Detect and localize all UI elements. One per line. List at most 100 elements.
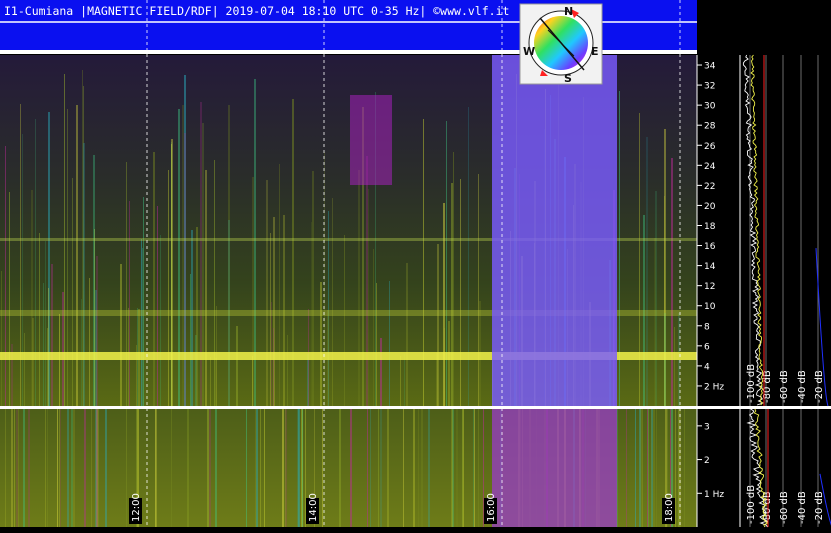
texture-streak: [339, 409, 341, 527]
freq-tick-label: 34: [704, 62, 716, 72]
texture-streak: [370, 409, 371, 527]
db-tick-label: -100 dB: [746, 364, 757, 403]
texture-streak: [252, 356, 253, 406]
texture-streak: [11, 409, 13, 527]
freq-tick-label: 26: [704, 142, 716, 152]
texture-streak: [153, 152, 155, 406]
texture-streak: [228, 105, 230, 406]
texture-streak: [640, 409, 642, 527]
texture-streak: [190, 274, 191, 406]
db-tick-label: -60 dB: [779, 370, 790, 403]
texture-streak: [418, 409, 419, 527]
texture-streak: [478, 409, 479, 527]
freq-tick-label: 22: [704, 182, 715, 192]
texture-streak: [18, 409, 19, 527]
texture-streak: [83, 143, 85, 406]
texture-streak: [214, 160, 215, 406]
db-tick-label: -60 dB: [779, 491, 790, 524]
texture-streak: [367, 409, 368, 527]
texture-streak: [22, 134, 23, 406]
highlight-window: [492, 55, 617, 406]
compass-e: E: [591, 45, 599, 58]
freq-tick-label: 20: [704, 202, 716, 212]
texture-streak: [648, 409, 649, 527]
texture-streak: [95, 290, 97, 406]
texture-streak: [378, 409, 379, 527]
texture-streak: [368, 189, 369, 406]
freq-tick-label: 8: [704, 322, 710, 332]
texture-streak: [160, 235, 161, 406]
texture-streak: [71, 409, 73, 527]
texture-streak: [451, 409, 453, 527]
texture-streak: [48, 288, 49, 406]
freq-tick-label: 2 Hz: [704, 382, 724, 392]
texture-streak: [656, 409, 657, 527]
texture-streak: [196, 227, 198, 406]
time-tick-label: 16:00: [486, 493, 497, 522]
texture-streak: [671, 158, 673, 406]
texture-streak: [646, 137, 648, 406]
texture-streak: [47, 409, 48, 527]
texture-streak: [93, 155, 95, 406]
texture-streak: [200, 102, 202, 406]
texture-streak: [626, 409, 627, 527]
texture-streak: [126, 409, 127, 527]
texture-streak: [35, 119, 36, 406]
texture-streak: [171, 409, 172, 527]
texture-streak: [23, 409, 25, 527]
texture-streak: [282, 409, 284, 527]
freq-tick-label: 2: [704, 456, 710, 466]
texture-streak: [47, 328, 48, 406]
texture-streak: [143, 197, 144, 406]
texture-streak: [91, 409, 92, 527]
time-tick-label: 18:00: [664, 493, 675, 522]
freq-tick-label: 6: [704, 342, 710, 352]
texture-streak: [260, 409, 261, 527]
texture-streak: [270, 233, 271, 406]
panel-separator: [0, 406, 697, 409]
texture-streak: [287, 335, 288, 406]
texture-streak: [9, 192, 10, 406]
texture-streak: [320, 282, 322, 406]
texture-streak: [246, 409, 247, 527]
texture-streak: [456, 409, 458, 527]
texture-streak: [73, 409, 75, 527]
texture-streak: [642, 409, 643, 527]
texture-streak: [376, 283, 377, 406]
texture-streak: [141, 239, 142, 406]
db-tick-group: -100 dB: [746, 485, 757, 524]
texture-streak: [406, 263, 408, 406]
texture-streak: [273, 328, 274, 406]
texture-streak: [478, 174, 479, 406]
time-tick-group: 14:00: [306, 493, 319, 524]
texture-streak: [322, 409, 323, 527]
texture-streak: [236, 326, 238, 406]
texture-streak: [474, 409, 475, 527]
texture-streak: [98, 409, 99, 527]
texture-streak: [675, 409, 676, 527]
texture-streak: [84, 409, 86, 527]
texture-streak: [436, 353, 438, 406]
texture-streak: [129, 201, 130, 406]
spectrogram-display: I1-Cumiana |MAGNETIC FIELD/RDF| 2019-07-…: [0, 0, 831, 529]
texture-streak: [96, 409, 98, 527]
texture-streak: [635, 409, 636, 527]
texture-streak: [126, 162, 127, 406]
texture-streak: [387, 409, 389, 527]
texture-streak: [647, 409, 648, 527]
texture-streak: [358, 170, 360, 406]
texture-streak: [39, 233, 40, 406]
texture-streak: [105, 409, 107, 527]
db-tick-group: -40 dB: [797, 370, 808, 403]
texture-streak: [448, 321, 450, 406]
texture-streak: [468, 107, 469, 406]
texture-streak: [305, 409, 306, 527]
texture-streak: [350, 409, 352, 527]
db-tick-label: -20 dB: [814, 491, 825, 524]
texture-streak: [266, 180, 268, 406]
db-tick-group: -100 dB: [746, 364, 757, 403]
texture-streak: [256, 409, 258, 527]
texture-streak: [674, 327, 675, 406]
db-tick-label: -40 dB: [797, 491, 808, 524]
texture-streak: [89, 278, 90, 406]
